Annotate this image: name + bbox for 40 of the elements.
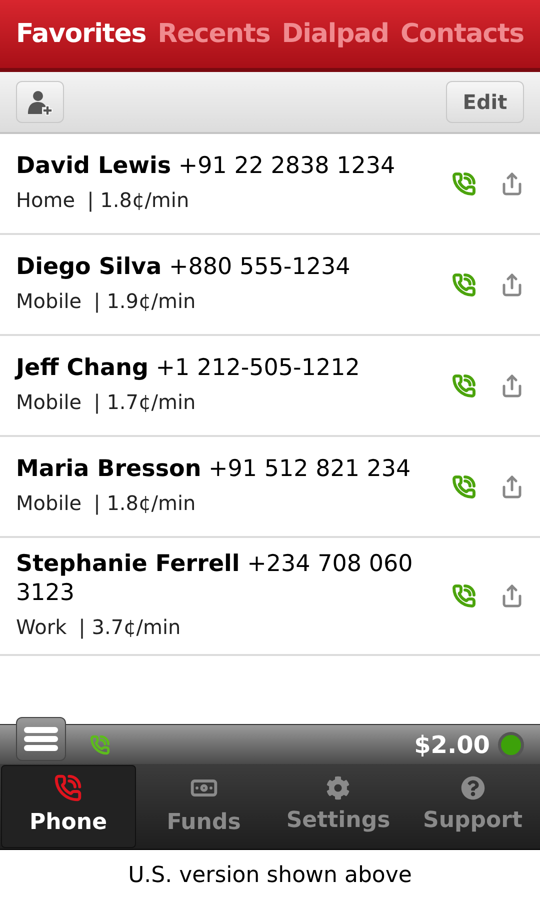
phone-icon xyxy=(54,774,82,802)
top-tab[interactable]: Favorites xyxy=(12,14,150,54)
menu-button[interactable] xyxy=(16,716,66,760)
edit-button[interactable]: Edit xyxy=(446,81,524,123)
call-button[interactable] xyxy=(452,584,476,608)
share-button[interactable] xyxy=(500,474,524,498)
add-contact-button[interactable] xyxy=(16,81,64,123)
call-rate: | 1.9¢/min xyxy=(94,288,196,315)
contact-name-number[interactable]: Jeff Chang +1 212-505-1212 xyxy=(16,354,440,383)
help-icon xyxy=(460,776,485,800)
share-button[interactable] xyxy=(500,172,524,196)
share-button[interactable] xyxy=(500,272,524,296)
caption: U.S. version shown above xyxy=(128,862,412,890)
add-person-icon xyxy=(26,88,54,116)
call-button[interactable] xyxy=(452,374,476,398)
settings-icon xyxy=(326,776,350,800)
share-button[interactable] xyxy=(500,584,524,608)
call-icon xyxy=(90,734,110,754)
bottom-tab[interactable]: Phone xyxy=(1,765,136,848)
contact-name-number[interactable]: David Lewis +91 22 2838 1234 xyxy=(16,152,440,181)
contact-name-number[interactable]: Maria Bresson +91 512 821 234 xyxy=(16,455,440,484)
phone-type: Mobile xyxy=(16,490,82,517)
call-rate: | 1.8¢/min xyxy=(87,186,190,214)
phone-type: Home xyxy=(16,186,76,214)
phone-type: Work xyxy=(16,614,67,640)
phone-type: Mobile xyxy=(16,288,82,315)
contact-name-number[interactable]: Diego Silva +880 555-1234 xyxy=(16,253,440,282)
contact-name-number[interactable]: Stephanie Ferrell +234 708 060 3123 xyxy=(16,550,440,608)
call-button[interactable] xyxy=(452,272,476,296)
call-rate: | 3.7¢/min xyxy=(78,614,181,641)
phone-type: Mobile xyxy=(16,388,82,416)
bottom-tab[interactable]: Support xyxy=(406,765,539,848)
share-button[interactable] xyxy=(500,374,524,398)
balance: $2.00 xyxy=(414,730,490,760)
call-rate: | 1.7¢/min xyxy=(94,388,196,416)
call-button[interactable] xyxy=(452,172,476,196)
bottom-tab[interactable]: Funds xyxy=(138,765,270,848)
bottom-tab[interactable]: Settings xyxy=(272,765,404,848)
call-rate: | 1.8¢/min xyxy=(94,490,196,517)
call-button[interactable] xyxy=(452,474,476,498)
